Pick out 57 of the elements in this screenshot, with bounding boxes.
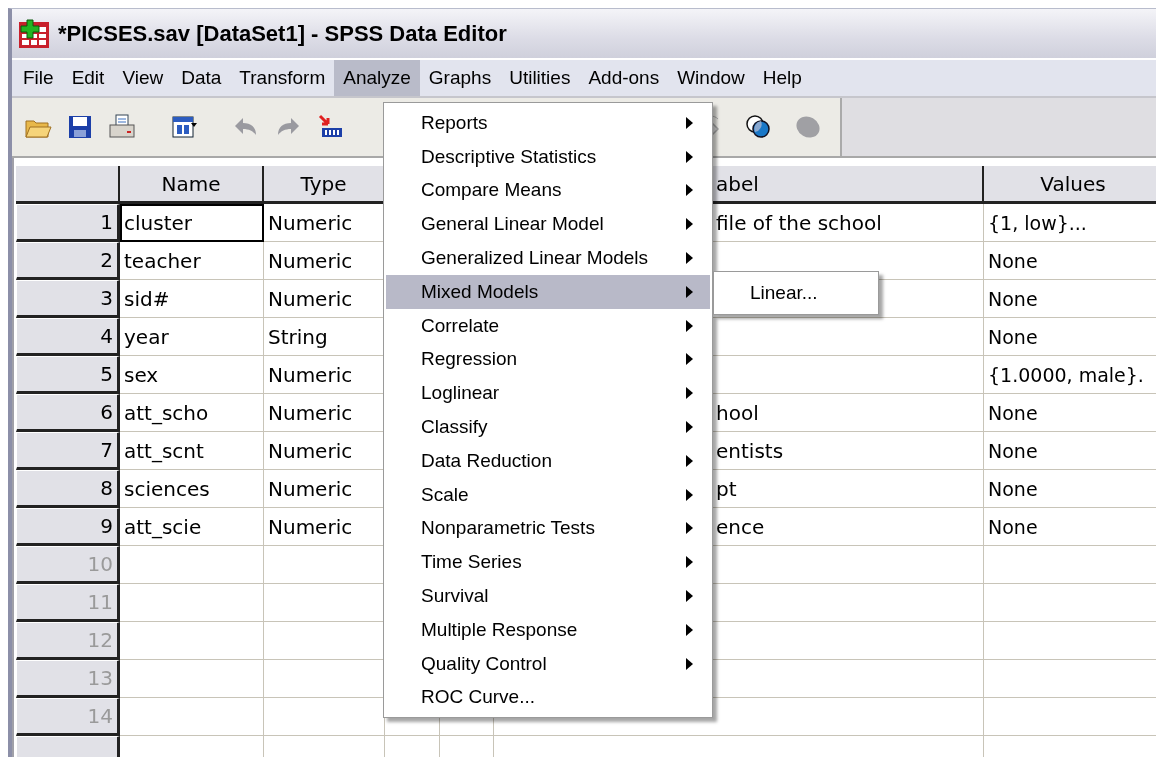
venn-circles-icon[interactable] <box>744 113 772 141</box>
row-number[interactable]: 2 <box>16 242 120 280</box>
table-cell: year <box>120 318 264 356</box>
print-icon[interactable] <box>108 113 136 141</box>
table-cell: None <box>984 280 1156 318</box>
menu-item[interactable]: View <box>113 60 173 96</box>
row-number[interactable]: 6 <box>16 394 120 432</box>
menu-item[interactable]: Graphs <box>419 60 501 96</box>
table-cell: sid# <box>120 280 264 318</box>
menu-item[interactable]: Reports <box>386 106 710 140</box>
table-cell: sciences <box>120 470 264 508</box>
table-cell: None <box>984 242 1156 280</box>
table-cell: None <box>984 508 1156 546</box>
menu-item[interactable]: Quality Control <box>386 646 710 681</box>
row-number[interactable]: 8 <box>16 470 120 508</box>
menu-item[interactable]: Regression <box>386 342 710 377</box>
row-number[interactable]: 7 <box>16 432 120 470</box>
table-cell: {1.0000, male}. <box>984 356 1156 394</box>
menu-item[interactable]: Generalized Linear Models <box>386 241 710 275</box>
table-cell: None <box>984 470 1156 508</box>
menu-item[interactable]: Correlate <box>386 308 710 343</box>
column-header[interactable]: Values <box>984 166 1156 204</box>
table-cell: att_scho <box>120 394 264 432</box>
table-cell: cluster <box>120 204 264 242</box>
save-icon[interactable] <box>66 113 94 141</box>
table-cell: sex <box>120 356 264 394</box>
menu-item[interactable]: Add-ons <box>579 60 669 96</box>
menu-item[interactable]: Data <box>172 60 231 96</box>
menu-item[interactable]: File <box>14 60 63 96</box>
app-icon <box>18 18 50 49</box>
menu-item[interactable]: Edit <box>62 60 114 96</box>
menu-item[interactable]: Multiple Response <box>386 612 710 647</box>
row-number[interactable]: 4 <box>16 318 120 356</box>
row-number[interactable]: 9 <box>16 508 120 546</box>
table-cell: {1, low}... <box>984 204 1156 242</box>
menu-item[interactable]: Analyze <box>334 60 420 96</box>
variable-grid-icon[interactable] <box>170 113 198 141</box>
table-cell: teacher <box>120 242 264 280</box>
row-number[interactable]: 3 <box>16 280 120 318</box>
table-cell: att_scie <box>120 508 264 546</box>
window-title: *PICSES.sav [DataSet1] - SPSS Data Editor <box>58 20 507 47</box>
menu-item[interactable]: Help <box>753 60 811 96</box>
row-number[interactable]: 1 <box>16 204 120 242</box>
column-header[interactable]: Type <box>264 166 385 204</box>
menu-item[interactable]: Mixed Models <box>386 275 710 309</box>
menu-item[interactable]: Window <box>668 60 754 96</box>
menu-item[interactable]: Survival <box>386 579 710 613</box>
table-cell: None <box>984 318 1156 356</box>
menu-item[interactable]: ROC Curve... <box>386 680 710 715</box>
menu-item[interactable]: Time Series <box>386 545 710 580</box>
table-cell: att_scnt <box>120 432 264 470</box>
column-header[interactable]: Name <box>120 166 264 204</box>
table-cell: None <box>984 432 1156 470</box>
menu-item[interactable]: Transform <box>230 60 335 96</box>
menu-item[interactable]: Utilities <box>500 60 580 96</box>
row-number[interactable]: 5 <box>16 356 120 394</box>
table-cell: None <box>984 394 1156 432</box>
